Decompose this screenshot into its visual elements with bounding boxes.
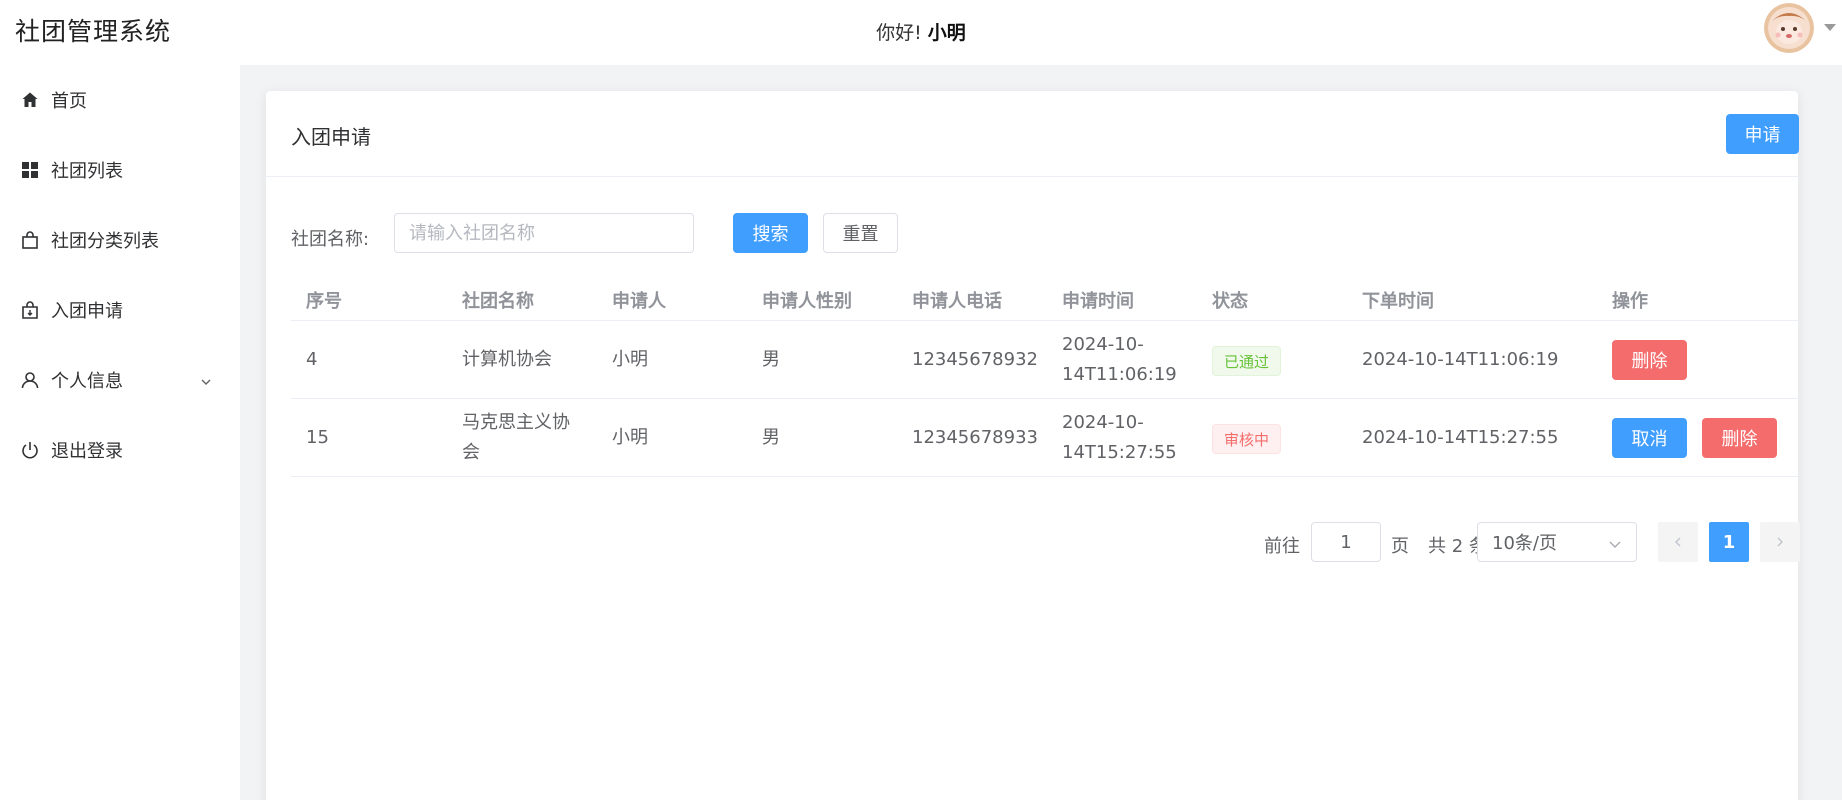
user-icon	[20, 370, 40, 390]
cell-phone: 12345678933	[912, 427, 1038, 448]
cell-gender: 男	[762, 349, 780, 370]
apply-time-line: 2024-10-	[1062, 412, 1144, 433]
column-header: 申请人性别	[762, 291, 852, 312]
page-title: 入团申请	[291, 125, 371, 149]
current-page-button[interactable]: 1	[1709, 522, 1749, 562]
sidebar-item-club-list[interactable]: 社团列表	[0, 145, 240, 195]
cell-id: 15	[306, 427, 329, 448]
cell-order-time: 2024-10-14T15:27:55	[1362, 427, 1559, 448]
grid-icon	[20, 160, 40, 180]
column-header: 社团名称	[462, 291, 534, 312]
application-card: 入团申请 申请 社团名称: 搜索 重置 序号 社团名称 申请人 申请人性别 申请…	[266, 91, 1800, 800]
bag-icon	[20, 230, 40, 250]
cell-apply-time: 2024-10- 14T11:06:19	[1062, 330, 1177, 390]
sidebar-item-label: 入团申请	[51, 301, 123, 322]
club-name-search-input[interactable]	[394, 213, 694, 253]
sidebar-item-label: 社团列表	[51, 161, 123, 182]
cell-applicant: 小明	[612, 427, 648, 448]
avatar-dropdown-icon[interactable]	[1824, 24, 1836, 31]
delete-button[interactable]: 删除	[1702, 418, 1777, 458]
apply-button[interactable]: 申请	[1726, 114, 1799, 154]
column-header: 状态	[1212, 291, 1248, 312]
prev-page-button[interactable]	[1658, 522, 1698, 562]
cell-apply-time: 2024-10- 14T15:27:55	[1062, 408, 1177, 468]
club-name-label: 社团名称:	[291, 229, 370, 250]
table-header: 序号 社团名称 申请人 申请人性别 申请人电话 申请时间 状态 下单时间 操作	[291, 271, 1798, 321]
card-header: 入团申请 申请	[266, 91, 1799, 177]
column-header: 序号	[306, 291, 342, 312]
status-badge: 审核中	[1212, 424, 1282, 454]
chevron-left-icon	[1675, 537, 1681, 547]
column-header: 操作	[1612, 291, 1648, 312]
page-label: 页	[1391, 536, 1409, 557]
sidebar-item-label: 个人信息	[51, 371, 123, 392]
main-content: 入团申请 申请 社团名称: 搜索 重置 序号 社团名称 申请人 申请人性别 申请…	[240, 65, 1842, 800]
page-size-select[interactable]: 10条/页	[1477, 522, 1637, 562]
table-row: 4 计算机协会 小明 男 12345678932 2024-10- 14T11:…	[291, 321, 1798, 399]
sidebar-item-home[interactable]: 首页	[0, 75, 240, 125]
cell-gender: 男	[762, 427, 780, 448]
column-header: 申请人电话	[912, 291, 1002, 312]
chevron-down-icon	[1608, 535, 1622, 556]
sidebar-item-label: 退出登录	[51, 441, 123, 462]
next-page-button[interactable]	[1760, 522, 1800, 562]
username: 小明	[927, 22, 966, 44]
goto-label: 前往	[1264, 536, 1300, 557]
sidebar-item-logout[interactable]: 退出登录	[0, 425, 240, 475]
club-name-line: 马克思主义协	[462, 412, 570, 433]
top-header: 社团管理系统 你好! 小明	[0, 0, 1842, 60]
power-icon	[20, 440, 40, 460]
sidebar-item-club-category-list[interactable]: 社团分类列表	[0, 215, 240, 265]
cell-applicant: 小明	[612, 349, 648, 370]
sidebar-item-join-application[interactable]: 入团申请	[0, 285, 240, 335]
club-name-line: 会	[462, 442, 480, 463]
cancel-button[interactable]: 取消	[1612, 418, 1687, 458]
reset-button[interactable]: 重置	[823, 213, 898, 253]
goto-page-input[interactable]	[1311, 522, 1381, 562]
greeting-text: 你好!	[876, 22, 922, 44]
sidebar: 首页 社团列表 社团分类列表 入团申请 个人信息 退出登录	[0, 65, 240, 800]
column-header: 申请时间	[1062, 291, 1134, 312]
sidebar-item-label: 首页	[51, 91, 87, 112]
greeting: 你好! 小明	[0, 18, 1842, 45]
cell-club-name: 计算机协会	[462, 349, 552, 370]
column-header: 下单时间	[1362, 291, 1434, 312]
cell-club-name: 马克思主义协 会	[462, 408, 570, 468]
cell-id: 4	[306, 349, 318, 370]
chevron-down-icon[interactable]	[200, 372, 212, 393]
sidebar-item-label: 社团分类列表	[51, 231, 159, 252]
apply-time-line: 2024-10-	[1062, 334, 1144, 355]
chevron-right-icon	[1777, 537, 1783, 547]
page-size-value: 10条/页	[1492, 533, 1557, 554]
status-badge: 已通过	[1212, 346, 1282, 376]
bag-arrow-icon	[20, 300, 40, 320]
cell-order-time: 2024-10-14T11:06:19	[1362, 349, 1559, 370]
home-icon	[20, 90, 40, 110]
apply-time-line: 14T15:27:55	[1062, 442, 1177, 463]
avatar[interactable]	[1764, 3, 1814, 53]
sidebar-item-personal-info[interactable]: 个人信息	[0, 355, 240, 405]
column-header: 申请人	[612, 291, 666, 312]
cell-phone: 12345678932	[912, 349, 1038, 370]
delete-button[interactable]: 删除	[1612, 340, 1687, 380]
search-button[interactable]: 搜索	[733, 213, 808, 253]
apply-time-line: 14T11:06:19	[1062, 364, 1177, 385]
table-row: 15 马克思主义协 会 小明 男 12345678933 2024-10- 14…	[291, 399, 1798, 477]
